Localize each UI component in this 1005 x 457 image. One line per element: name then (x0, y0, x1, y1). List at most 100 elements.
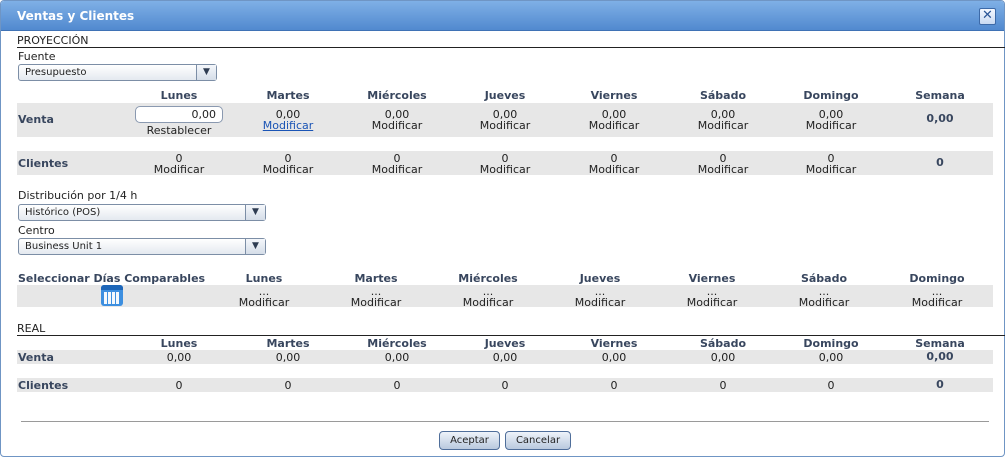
modificar-link[interactable]: Modificar (233, 164, 343, 175)
modificar-link[interactable]: Modificar (559, 120, 669, 131)
comp-cell: ... Modificar (882, 286, 992, 308)
fuente-value: Presupuesto (25, 67, 87, 78)
clientes-cell: 0 Modificar (342, 153, 452, 175)
comp-header-martes: Martes (354, 272, 398, 285)
comp-header-lunes: Lunes (245, 272, 283, 285)
cancel-button[interactable]: Cancelar (505, 431, 571, 450)
day-header-lunes: Lunes (160, 89, 198, 102)
modificar-link[interactable]: Modificar (209, 297, 319, 308)
real-venta-value: 0,00 (818, 351, 844, 364)
real-week-header: Semana (915, 337, 965, 350)
modificar-link[interactable]: Modificar (342, 120, 452, 131)
venta-lunes-input[interactable]: 0,00 (135, 106, 223, 123)
clientes-cell: 0 Modificar (668, 153, 778, 175)
real-venta-value: 0,00 (166, 351, 192, 364)
modificar-link[interactable]: Modificar (769, 297, 879, 308)
real-clientes-value: 0 (827, 379, 835, 392)
venta-cell: 0,00 Modificar (668, 109, 778, 131)
clientes-cell: 0 Modificar (124, 153, 234, 175)
comp-cell: ... Modificar (433, 286, 543, 308)
real-header-domingo: Domingo (803, 337, 859, 350)
centro-value: Business Unit 1 (25, 241, 103, 252)
accept-button[interactable]: Aceptar (439, 431, 500, 450)
real-divider (17, 335, 1005, 336)
modificar-link[interactable]: Modificar (668, 164, 778, 175)
modificar-link[interactable]: Modificar (559, 164, 669, 175)
real-venta-week-total: 0,00 (926, 350, 954, 363)
fuente-label: Fuente (18, 50, 56, 63)
calendar-icon[interactable] (101, 285, 123, 306)
modificar-link[interactable]: Modificar (668, 120, 778, 131)
day-header-jueves: Jueves (484, 89, 526, 102)
chevron-down-icon: ▼ (245, 239, 265, 254)
real-header-miercoles: Miércoles (367, 337, 427, 350)
fuente-select[interactable]: Presupuesto ▼ (18, 64, 217, 81)
comp-header-viernes: Viernes (688, 272, 736, 285)
footer-divider (21, 421, 989, 422)
real-clientes-value: 0 (719, 379, 727, 392)
venta-cell: 0,00 Modificar (233, 109, 343, 131)
real-title: REAL (17, 322, 46, 335)
dialog-title: Ventas y Clientes (17, 9, 135, 23)
day-header-miercoles: Miércoles (367, 89, 427, 102)
real-venta-value: 0,00 (384, 351, 410, 364)
real-clientes-value: 0 (501, 379, 509, 392)
real-clientes-value: 0 (393, 379, 401, 392)
comp-cell: ... Modificar (657, 286, 767, 308)
real-clientes-value: 0 (175, 379, 183, 392)
close-button[interactable]: ✕ (979, 8, 996, 25)
day-header-domingo: Domingo (803, 89, 859, 102)
real-venta-label: Venta (18, 351, 54, 364)
proyeccion-divider (17, 47, 1005, 48)
real-header-jueves: Jueves (484, 337, 526, 350)
calendar-icon-header (101, 285, 123, 290)
modificar-link[interactable]: Modificar (545, 297, 655, 308)
modificar-link[interactable]: Modificar (776, 120, 886, 131)
real-header-lunes: Lunes (160, 337, 198, 350)
modificar-link[interactable]: Modificar (450, 164, 560, 175)
chevron-down-icon: ▼ (245, 205, 265, 220)
clientes-cell: 0 Modificar (559, 153, 669, 175)
title-bar[interactable]: Ventas y Clientes ✕ (1, 1, 1004, 31)
real-header-martes: Martes (266, 337, 310, 350)
real-clientes-week-total: 0 (936, 378, 944, 391)
distribucion-value: Histórico (POS) (25, 207, 101, 218)
comp-header-sabado: Sábado (800, 272, 848, 285)
modificar-link[interactable]: Modificar (882, 297, 992, 308)
clientes-week-total: 0 (936, 156, 944, 169)
modificar-link[interactable]: Modificar (233, 120, 343, 131)
venta-cell: 0,00 Modificar (559, 109, 669, 131)
real-header-viernes: Viernes (590, 337, 638, 350)
real-clientes-label: Clientes (18, 379, 69, 392)
distribucion-label: Distribución por 1/4 h (18, 189, 138, 202)
close-icon: ✕ (982, 8, 993, 23)
modificar-link[interactable]: Modificar (450, 120, 560, 131)
real-venta-value: 0,00 (275, 351, 301, 364)
restablecer-link[interactable]: Restablecer (124, 125, 234, 136)
real-venta-value: 0,00 (710, 351, 736, 364)
clientes-cell: 0 Modificar (233, 153, 343, 175)
centro-label: Centro (18, 224, 55, 237)
comp-cell: ... Modificar (209, 286, 319, 308)
modificar-link[interactable]: Modificar (657, 297, 767, 308)
comp-header-jueves: Jueves (579, 272, 621, 285)
real-venta-value: 0,00 (601, 351, 627, 364)
centro-select[interactable]: Business Unit 1 ▼ (18, 238, 266, 255)
modificar-link[interactable]: Modificar (342, 164, 452, 175)
venta-lunes-value: 0,00 (191, 108, 217, 121)
ventas-clientes-dialog: Ventas y Clientes ✕ PROYECCIÓN Fuente Pr… (0, 0, 1005, 457)
real-clientes-value: 0 (284, 379, 292, 392)
distribucion-select[interactable]: Histórico (POS) ▼ (18, 204, 266, 221)
clientes-label: Clientes (18, 157, 69, 170)
modificar-link[interactable]: Modificar (321, 297, 431, 308)
modificar-link[interactable]: Modificar (124, 164, 234, 175)
venta-cell: 0,00 Modificar (450, 109, 560, 131)
clientes-cell: 0 Modificar (450, 153, 560, 175)
modificar-link[interactable]: Modificar (776, 164, 886, 175)
real-venta-value: 0,00 (492, 351, 518, 364)
venta-cell: 0,00 Modificar (776, 109, 886, 131)
calendar-icon-grid (104, 292, 120, 304)
comp-cell: ... Modificar (545, 286, 655, 308)
modificar-link[interactable]: Modificar (433, 297, 543, 308)
day-header-sabado: Sábado (699, 89, 747, 102)
